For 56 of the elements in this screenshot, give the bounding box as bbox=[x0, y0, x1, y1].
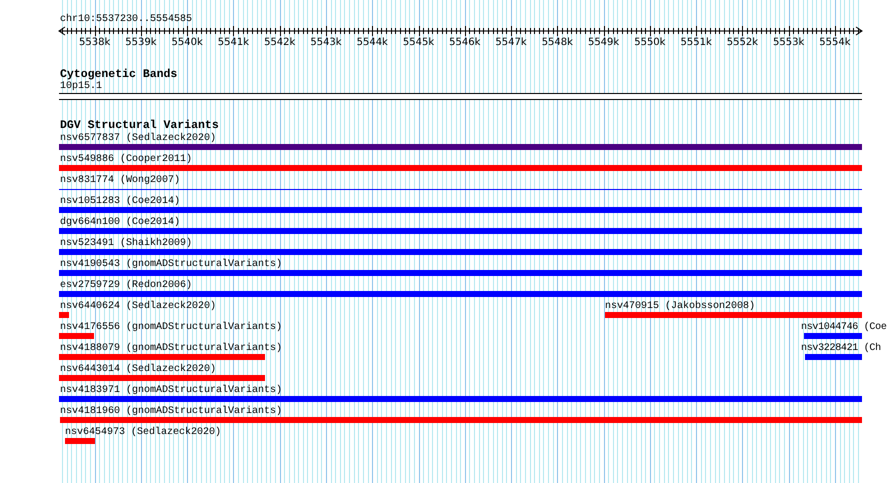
variant-label: nsv6443014 (Sedlazeck2020) bbox=[60, 364, 216, 375]
variant-label: nsv4190543 (gnomADStructuralVariants) bbox=[60, 259, 282, 270]
variant-label: nsv4183971 (gnomADStructuralVariants) bbox=[60, 385, 282, 396]
variant-bar[interactable] bbox=[59, 165, 862, 171]
variant-bar[interactable] bbox=[59, 270, 862, 276]
tick-label: 5538k bbox=[78, 37, 112, 49]
tick-label: 5544k bbox=[356, 37, 389, 49]
variant-bar[interactable] bbox=[59, 333, 94, 339]
tick-label: 5546k bbox=[448, 37, 482, 49]
variant-label: nsv3228421 (Ch bbox=[801, 343, 881, 354]
variant-label: nsv4181960 (gnomADStructuralVariants) bbox=[60, 406, 282, 417]
variant-bar[interactable] bbox=[605, 312, 862, 318]
variant-label: nsv1044746 (Coe bbox=[801, 322, 887, 333]
variant-bar[interactable] bbox=[59, 144, 862, 150]
variant-label: nsv4176556 (gnomADStructuralVariants) bbox=[60, 322, 282, 333]
variant-bar[interactable] bbox=[59, 207, 862, 213]
variant-bar[interactable] bbox=[59, 228, 862, 234]
variant-label: dgv664n100 (Coe2014) bbox=[60, 217, 180, 228]
tick-label: 5554k bbox=[818, 37, 852, 49]
variant-label: nsv6440624 (Sedlazeck2020) bbox=[60, 301, 216, 312]
variant-bar[interactable] bbox=[65, 438, 95, 444]
tick-label: 5551k bbox=[680, 37, 713, 49]
tick-label: 5547k bbox=[494, 37, 528, 49]
variant-bar[interactable] bbox=[59, 249, 862, 255]
tick-label: 5542k bbox=[263, 37, 296, 49]
variant-bar[interactable] bbox=[59, 312, 69, 318]
variant-label: nsv1051283 (Coe2014) bbox=[60, 196, 180, 207]
tick-label: 5543k bbox=[309, 37, 343, 49]
variant-bar[interactable] bbox=[59, 396, 862, 402]
variant-bar[interactable] bbox=[805, 354, 862, 360]
track-title: DGV Structural Variants bbox=[60, 120, 219, 132]
tick-label: 5550k bbox=[633, 37, 666, 49]
variant-bar[interactable] bbox=[59, 291, 862, 297]
tick-label: 5541k bbox=[216, 37, 250, 49]
variant-label: nsv523491 (Shaikh2009) bbox=[60, 238, 192, 249]
tick-label: 5552k bbox=[726, 37, 760, 49]
variant-bar[interactable] bbox=[59, 354, 265, 360]
variant-bar[interactable] bbox=[804, 333, 862, 339]
variant-label: nsv6577837 (Sedlazeck2020) bbox=[60, 133, 216, 144]
tick-label: 5539k bbox=[124, 37, 158, 49]
track-title: Cytogenetic Bands bbox=[60, 69, 178, 81]
tick-label: 5540k bbox=[170, 37, 204, 49]
tick-label: 5553k bbox=[772, 37, 806, 49]
variant-label: nsv4188079 (gnomADStructuralVariants) bbox=[60, 343, 282, 354]
tick-label: 5545k bbox=[402, 37, 436, 49]
band-label: 10p15.1 bbox=[60, 81, 102, 92]
variant-label: nsv549886 (Cooper2011) bbox=[60, 154, 192, 165]
variant-bar[interactable] bbox=[59, 375, 265, 381]
tick-label: 5548k bbox=[540, 37, 574, 49]
variant-bar[interactable] bbox=[60, 417, 862, 423]
variant-label: esv2759729 (Redon2006) bbox=[60, 280, 192, 291]
location-title: chr10:5537230..5554585 bbox=[60, 14, 192, 26]
tick-label: 5549k bbox=[586, 37, 620, 49]
variant-label: nsv6454973 (Sedlazeck2020) bbox=[65, 427, 222, 438]
variant-label: nsv831774 (Wong2007) bbox=[60, 175, 180, 186]
variant-label: nsv470915 (Jakobsson2008) bbox=[605, 301, 756, 312]
